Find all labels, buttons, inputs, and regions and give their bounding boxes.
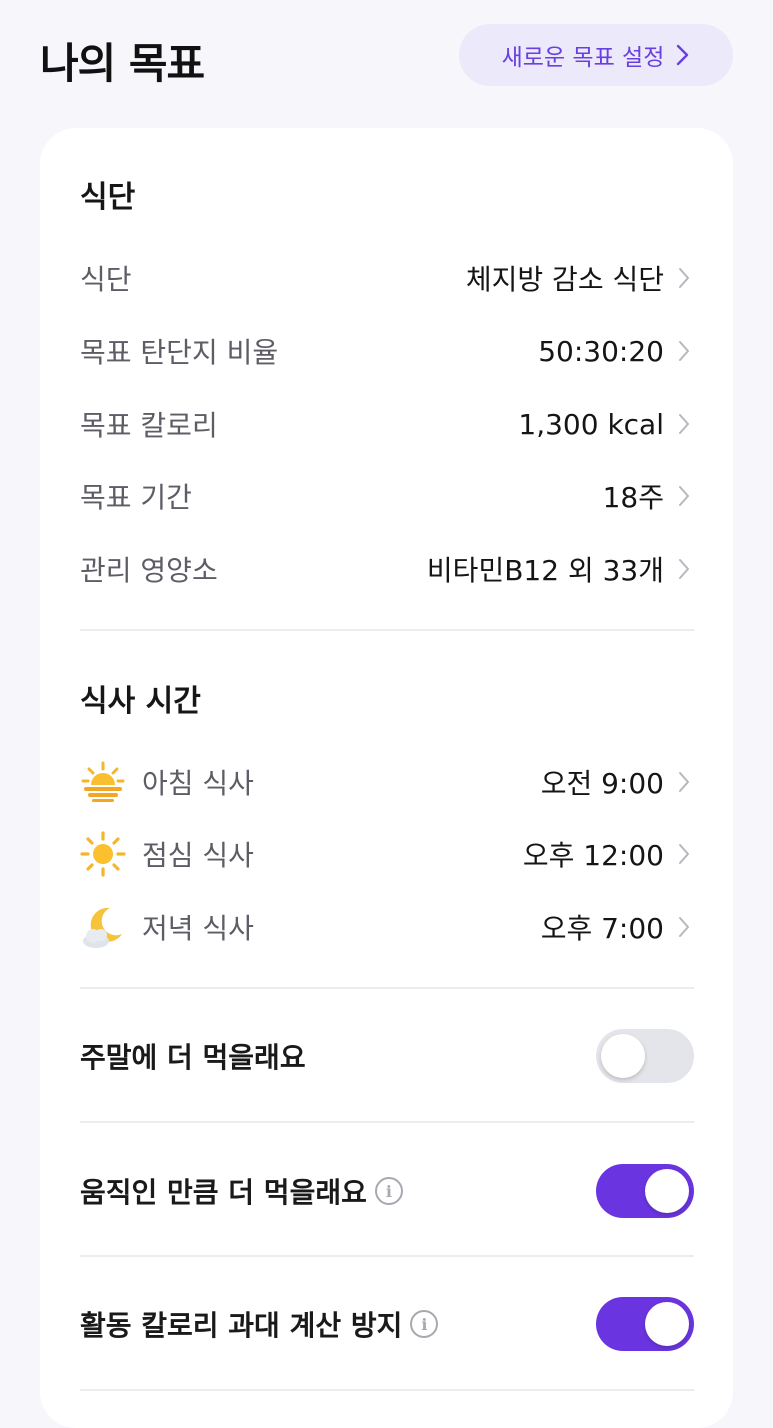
chevron-right-icon bbox=[679, 341, 689, 361]
chevron-right-icon bbox=[677, 44, 689, 66]
row-label: 목표 탄단지 비율 bbox=[80, 336, 279, 369]
divider bbox=[80, 629, 694, 631]
eat-more-by-activity-toggle[interactable] bbox=[596, 1164, 694, 1218]
row-value: 비타민B12 외 33개 bbox=[426, 554, 664, 587]
row-value: 1,300 kcal bbox=[518, 407, 664, 441]
chevron-right-icon bbox=[679, 917, 689, 937]
divider bbox=[80, 1389, 694, 1391]
toggle-knob bbox=[645, 1302, 689, 1346]
row-label: 저녁 식사 bbox=[142, 912, 254, 945]
diet-row-managed-nutrients[interactable]: 관리 영양소 비타민B12 외 33개 bbox=[80, 541, 694, 597]
row-label: 목표 기간 bbox=[80, 481, 192, 514]
chevron-right-icon bbox=[679, 414, 689, 434]
page-title: 나의 목표 bbox=[40, 39, 205, 88]
meal-row-breakfast[interactable]: 아침 식사 오전 9:00 bbox=[80, 754, 694, 810]
moon-cloud-icon bbox=[80, 904, 126, 950]
prevent-overcount-toggle[interactable] bbox=[596, 1297, 694, 1351]
chevron-right-icon bbox=[679, 559, 689, 579]
row-value: 오후 12:00 bbox=[522, 839, 664, 872]
meal-row-dinner[interactable]: 저녁 식사 오후 7:00 bbox=[80, 899, 694, 955]
toggle-row-weekend-eat-more: 주말에 더 먹을래요 bbox=[80, 1026, 694, 1086]
diet-row-macro-ratio[interactable]: 목표 탄단지 비율 50:30:20 bbox=[80, 323, 694, 379]
diet-row-target-period[interactable]: 목표 기간 18주 bbox=[80, 468, 694, 524]
row-label: 점심 식사 bbox=[142, 839, 254, 872]
row-label: 식단 bbox=[80, 263, 132, 296]
goal-card: 식단 식단 체지방 감소 식단 목표 탄단지 비율 50:30:20 목표 칼로… bbox=[40, 128, 733, 1428]
meal-times-section-title: 식사 시간 bbox=[80, 684, 201, 719]
chevron-right-icon bbox=[679, 486, 689, 506]
meal-row-lunch[interactable]: 점심 식사 오후 12:00 bbox=[80, 826, 694, 882]
row-value: 50:30:20 bbox=[538, 334, 664, 368]
row-label: 목표 칼로리 bbox=[80, 409, 218, 442]
row-value: 체지방 감소 식단 bbox=[465, 263, 664, 296]
divider bbox=[80, 1255, 694, 1257]
toggle-label: 움직인 만큼 더 먹을래요 bbox=[80, 1176, 367, 1209]
row-label: 아침 식사 bbox=[142, 767, 254, 800]
new-goal-label: 새로운 목표 설정 bbox=[501, 45, 665, 71]
toggle-knob bbox=[645, 1169, 689, 1213]
sun-icon bbox=[80, 831, 126, 877]
diet-row-target-calories[interactable]: 목표 칼로리 1,300 kcal bbox=[80, 396, 694, 452]
info-icon[interactable]: i bbox=[374, 1177, 403, 1205]
sunrise-icon bbox=[80, 759, 126, 805]
divider bbox=[80, 987, 694, 989]
row-label: 관리 영양소 bbox=[80, 554, 218, 587]
toggle-label: 주말에 더 먹을래요 bbox=[80, 1041, 306, 1074]
row-value: 18주 bbox=[602, 481, 664, 514]
diet-row-diet-type[interactable]: 식단 체지방 감소 식단 bbox=[80, 250, 694, 306]
row-value: 오후 7:00 bbox=[540, 912, 664, 945]
info-icon[interactable]: i bbox=[410, 1310, 439, 1338]
chevron-right-icon bbox=[679, 268, 689, 288]
chevron-right-icon bbox=[679, 772, 689, 792]
divider bbox=[80, 1121, 694, 1123]
toggle-row-prevent-overcount: 활동 칼로리 과대 계산 방지 i bbox=[80, 1294, 694, 1354]
chevron-right-icon bbox=[679, 844, 689, 864]
toggle-label: 활동 칼로리 과대 계산 방지 bbox=[80, 1309, 403, 1342]
toggle-row-eat-more-by-activity: 움직인 만큼 더 먹을래요 i bbox=[80, 1161, 694, 1221]
new-goal-button[interactable]: 새로운 목표 설정 bbox=[459, 24, 733, 86]
toggle-knob bbox=[601, 1034, 645, 1078]
weekend-eat-more-toggle[interactable] bbox=[596, 1029, 694, 1083]
diet-section-title: 식단 bbox=[80, 180, 136, 215]
header: 나의 목표 새로운 목표 설정 bbox=[0, 0, 773, 110]
row-value: 오전 9:00 bbox=[540, 767, 664, 800]
